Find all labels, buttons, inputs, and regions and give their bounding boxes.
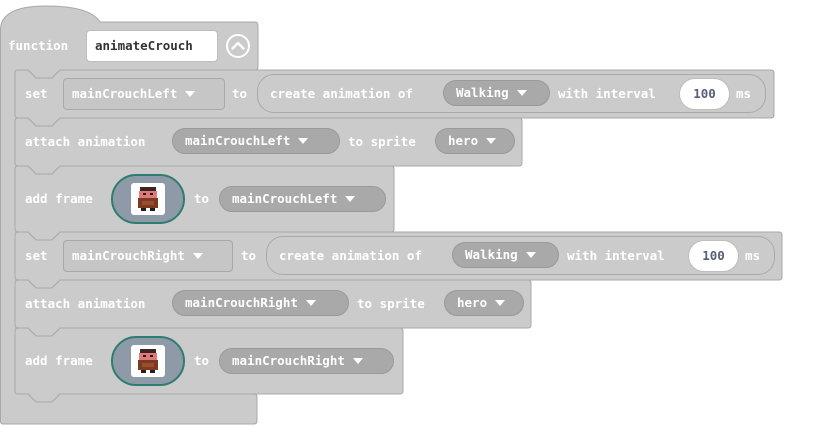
interval-input[interactable]: 100 (679, 78, 730, 110)
function-keyword: function (8, 38, 69, 53)
dropdown-caret-icon (486, 137, 497, 144)
set-keyword: set (25, 86, 48, 101)
function-name-field[interactable]: animateCrouch (86, 30, 218, 62)
interval-input[interactable]: 100 (688, 240, 739, 272)
dropdown-caret-icon (516, 89, 527, 96)
ms-label: ms (745, 248, 761, 263)
variable-dropdown[interactable]: mainCrouchLeft (63, 78, 225, 110)
image-picker-button[interactable] (111, 336, 185, 386)
variable-name: mainCrouchLeft (72, 86, 178, 101)
pixel-hero-crouch-image (131, 345, 165, 377)
target-animation-name: mainCrouchLeft (232, 191, 338, 206)
dropdown-caret-icon (525, 251, 536, 258)
with-interval-label: with interval (567, 248, 665, 263)
animation-dropdown[interactable]: Walking (443, 80, 550, 106)
sprite-dropdown[interactable]: hero (435, 128, 515, 154)
dropdown-caret-icon (192, 252, 203, 259)
target-animation-dropdown[interactable]: mainCrouchLeft (219, 186, 386, 212)
add-frame-keyword: add frame (25, 191, 93, 206)
animation-variable-dropdown[interactable]: mainCrouchRight (172, 290, 349, 316)
to-sprite-keyword: to sprite (357, 296, 425, 311)
to-keyword: to (232, 86, 248, 101)
set-keyword: set (25, 248, 48, 263)
sprite-dropdown[interactable]: hero (444, 290, 524, 316)
sprite-name: hero (457, 295, 488, 310)
attach-animation-keyword: attach animation (25, 134, 146, 149)
chevron-up-circle-icon[interactable] (225, 33, 251, 59)
dropdown-caret-icon (305, 299, 316, 306)
dropdown-caret-icon (298, 137, 309, 144)
variable-name: mainCrouchRight (72, 248, 185, 263)
dropdown-caret-icon (352, 357, 363, 364)
to-sprite-keyword: to sprite (348, 134, 416, 149)
image-picker-button[interactable] (111, 174, 185, 224)
to-keyword: to (241, 248, 257, 263)
sprite-name: hero (448, 133, 479, 148)
animation-variable-name: mainCrouchRight (185, 295, 298, 310)
target-animation-dropdown[interactable]: mainCrouchRight (219, 348, 394, 374)
pixel-hero-crouch-image (131, 183, 165, 215)
dropdown-caret-icon (185, 90, 196, 97)
animation-dropdown[interactable]: Walking (452, 242, 559, 268)
attach-animation-keyword: attach animation (25, 296, 146, 311)
create-animation-label: create animation of (279, 248, 422, 263)
animation-variable-dropdown[interactable]: mainCrouchLeft (172, 128, 340, 154)
to-keyword: to (194, 353, 210, 368)
add-frame-keyword: add frame (25, 353, 93, 368)
ms-label: ms (736, 86, 752, 101)
to-keyword: to (194, 191, 210, 206)
dropdown-caret-icon (345, 195, 356, 202)
dropdown-caret-icon (495, 299, 506, 306)
with-interval-label: with interval (558, 86, 656, 101)
animation-name: Walking (465, 247, 518, 262)
animation-name: Walking (456, 85, 509, 100)
variable-dropdown[interactable]: mainCrouchRight (63, 240, 233, 272)
create-animation-label: create animation of (270, 86, 413, 101)
target-animation-name: mainCrouchRight (232, 353, 345, 368)
animation-variable-name: mainCrouchLeft (185, 133, 291, 148)
